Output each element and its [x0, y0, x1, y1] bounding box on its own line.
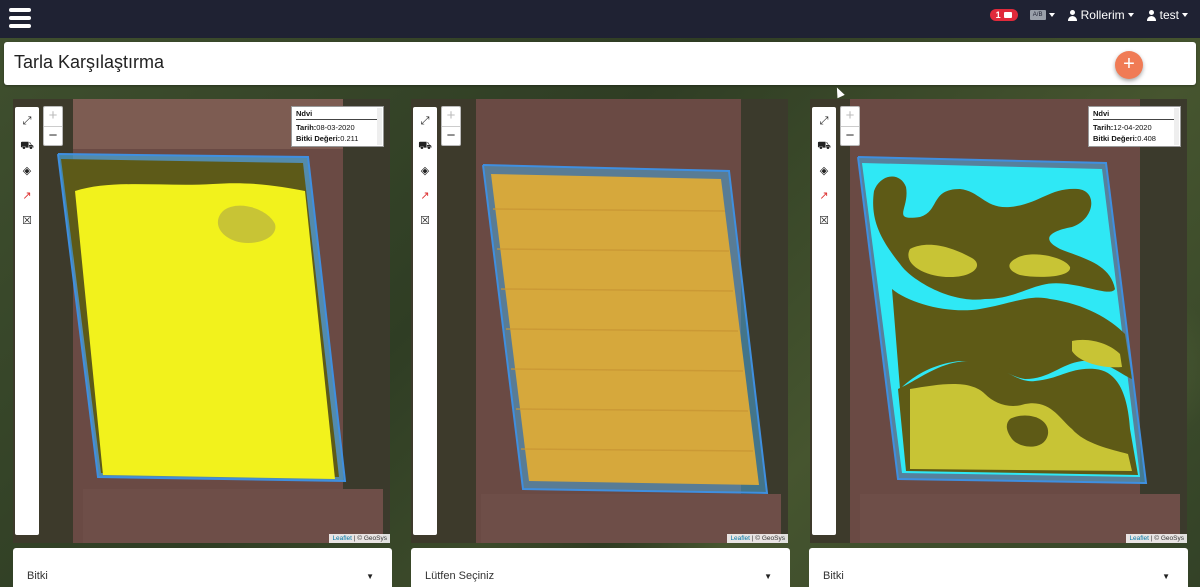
map-panel-3[interactable]: ⤢ ⛟ ◈ ↗ ☒ + − Ndvi Tarih:12-04-2020 Bitk… — [810, 99, 1187, 543]
caret-down-icon: ▼ — [1162, 572, 1170, 581]
select-value: Bitki — [823, 570, 844, 582]
expand-arrows-icon[interactable]: ⤢ — [418, 114, 432, 128]
map-toolbar-1: ⤢ ⛟ ◈ ↗ ☒ — [15, 107, 39, 535]
select-value: Bitki — [27, 570, 48, 582]
value-label: Bitki Değeri: — [296, 134, 341, 143]
plant-value: 0.408 — [1137, 134, 1156, 143]
map-attribution: Leaflet | © GeoSys — [1126, 534, 1187, 543]
map-toolbar-3: ⤢ ⛟ ◈ ↗ ☒ — [812, 107, 836, 535]
zoom-out-button[interactable]: − — [44, 126, 62, 145]
zoom-control-3: + − — [840, 106, 860, 146]
zoom-out-button[interactable]: − — [841, 126, 859, 145]
plant-value: 0.211 — [340, 134, 359, 143]
close-square-icon[interactable]: ☒ — [817, 214, 831, 228]
navbar-right: 1 A/B Rollerim test — [989, 8, 1188, 22]
ndvi-info-box: Ndvi Tarih:08-03-2020 Bitki Değeri:0.211 — [291, 106, 384, 147]
tractor-icon[interactable]: ⛟ — [418, 139, 432, 153]
menu-toggle-icon[interactable] — [9, 8, 31, 28]
tractor-icon[interactable]: ⛟ — [817, 139, 831, 153]
layers-icon[interactable]: ◈ — [20, 164, 34, 178]
user-label: test — [1159, 8, 1179, 22]
tractor-icon[interactable]: ⛟ — [20, 139, 34, 153]
user-icon — [1146, 9, 1157, 21]
index-name: Ndvi — [1093, 109, 1176, 120]
notification-count: 1 — [995, 10, 1001, 20]
zoom-control-2: + − — [441, 106, 461, 146]
map-canvas-3[interactable] — [810, 99, 1187, 543]
tree-rows — [343, 99, 390, 543]
user-cog-icon — [1067, 9, 1078, 21]
geosys-credit: | © GeoSys — [351, 535, 387, 542]
notification-badge[interactable]: 1 — [989, 9, 1018, 21]
value-label: Bitki Değeri: — [1093, 134, 1138, 143]
date-value: 08-03-2020 — [316, 123, 355, 132]
map-canvas-1[interactable] — [13, 99, 390, 543]
index-name: Ndvi — [296, 109, 379, 120]
zoom-in-button[interactable]: + — [442, 107, 460, 126]
top-navbar: 1 A/B Rollerim test — [0, 0, 1200, 38]
page-title: Tarla Karşılaştırma — [14, 52, 165, 72]
language-menu[interactable]: A/B — [1029, 10, 1055, 20]
zoom-control-1: + − — [43, 106, 63, 146]
roles-label: Rollerim — [1080, 8, 1125, 22]
info-scrollbar[interactable] — [1174, 108, 1179, 145]
geosys-credit: | © GeoSys — [749, 535, 785, 542]
leaflet-link[interactable]: Leaflet — [1129, 535, 1149, 542]
close-square-icon[interactable]: ☒ — [20, 214, 34, 228]
info-scrollbar[interactable] — [377, 108, 382, 145]
map-canvas-2[interactable] — [411, 99, 788, 543]
roles-menu[interactable]: Rollerim — [1067, 8, 1134, 22]
zoom-in-button[interactable]: + — [44, 107, 62, 126]
chevron-down-icon — [1182, 13, 1188, 17]
select-value: Lütfen Seçiniz — [425, 570, 495, 582]
layers-icon[interactable]: ◈ — [418, 164, 432, 178]
expand-arrows-icon[interactable]: ⤢ — [817, 114, 831, 128]
crop-select-2[interactable]: Lütfen Seçiniz ▼ — [411, 548, 790, 587]
layers-icon[interactable]: ◈ — [817, 164, 831, 178]
caret-down-icon: ▼ — [366, 572, 374, 581]
chart-icon[interactable]: ↗ — [20, 189, 34, 203]
date-value: 12-04-2020 — [1113, 123, 1152, 132]
user-menu[interactable]: test — [1146, 8, 1188, 22]
geosys-credit: | © GeoSys — [1148, 535, 1184, 542]
tree-rows — [1140, 99, 1187, 543]
ndvi-info-box: Ndvi Tarih:12-04-2020 Bitki Değeri:0.408 — [1088, 106, 1181, 147]
zoom-in-button[interactable]: + — [841, 107, 859, 126]
close-square-icon[interactable]: ☒ — [418, 214, 432, 228]
crop-select-1[interactable]: Bitki ▼ — [13, 548, 392, 587]
expand-arrows-icon[interactable]: ⤢ — [20, 114, 34, 128]
add-comparison-button[interactable]: + — [1115, 51, 1143, 79]
map-toolbar-2: ⤢ ⛟ ◈ ↗ ☒ — [413, 107, 437, 535]
date-label: Tarih: — [296, 123, 317, 132]
language-flag-icon: A/B — [1029, 10, 1046, 20]
chevron-down-icon — [1127, 13, 1134, 17]
ndvi-low-zone — [75, 183, 335, 479]
chart-icon[interactable]: ↗ — [418, 189, 432, 203]
zoom-out-button[interactable]: − — [442, 126, 460, 145]
crop-select-3[interactable]: Bitki ▼ — [809, 548, 1188, 587]
caret-down-icon: ▼ — [764, 572, 772, 581]
leaflet-link[interactable]: Leaflet — [730, 535, 750, 542]
chart-icon[interactable]: ↗ — [817, 189, 831, 203]
map-attribution: Leaflet | © GeoSys — [329, 534, 390, 543]
date-label: Tarih: — [1093, 123, 1114, 132]
title-card: Tarla Karşılaştırma — [4, 42, 1196, 85]
map-panel-1[interactable]: ⤢ ⛟ ◈ ↗ ☒ + − Ndvi Tarih:08-03-2020 Bitk… — [13, 99, 390, 543]
chevron-down-icon — [1048, 13, 1055, 17]
map-panel-2[interactable]: ⤢ ⛟ ◈ ↗ ☒ + − Leaflet | © GeoSys — [411, 99, 788, 543]
leaflet-link[interactable]: Leaflet — [332, 535, 352, 542]
mail-icon — [1003, 12, 1012, 18]
map-attribution: Leaflet | © GeoSys — [727, 534, 788, 543]
